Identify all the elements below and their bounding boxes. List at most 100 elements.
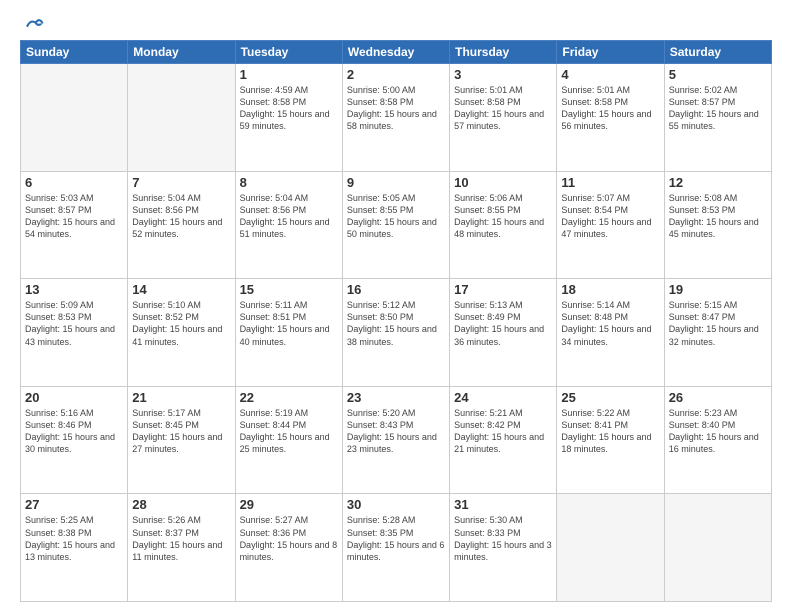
day-number: 4 bbox=[561, 67, 659, 82]
day-number: 28 bbox=[132, 497, 230, 512]
weekday-header-saturday: Saturday bbox=[664, 41, 771, 64]
day-detail: Sunrise: 5:15 AMSunset: 8:47 PMDaylight:… bbox=[669, 299, 767, 348]
calendar-cell bbox=[664, 494, 771, 602]
calendar-cell: 13 Sunrise: 5:09 AMSunset: 8:53 PMDayligh… bbox=[21, 279, 128, 387]
logo bbox=[20, 16, 44, 32]
day-detail: Sunrise: 5:02 AMSunset: 8:57 PMDaylight:… bbox=[669, 84, 767, 133]
calendar-cell bbox=[21, 64, 128, 172]
calendar-cell: 12 Sunrise: 5:08 AMSunset: 8:53 PMDayligh… bbox=[664, 171, 771, 279]
calendar-cell: 10 Sunrise: 5:06 AMSunset: 8:55 PMDayligh… bbox=[450, 171, 557, 279]
day-number: 18 bbox=[561, 282, 659, 297]
calendar-cell: 23 Sunrise: 5:20 AMSunset: 8:43 PMDayligh… bbox=[342, 386, 449, 494]
calendar-week-4: 20Sunrise: 5:16 AMSunset: 8:46 PMDayligh… bbox=[21, 386, 772, 494]
day-number: 24 bbox=[454, 390, 552, 405]
page: SundayMondayTuesdayWednesdayThursdayFrid… bbox=[0, 0, 792, 612]
calendar-week-3: 13 Sunrise: 5:09 AMSunset: 8:53 PMDayligh… bbox=[21, 279, 772, 387]
day-detail: Sunrise: 5:14 AMSunset: 8:48 PMDaylight:… bbox=[561, 299, 659, 348]
calendar-cell: 24 Sunrise: 5:21 AMSunset: 8:42 PMDayligh… bbox=[450, 386, 557, 494]
weekday-header-monday: Monday bbox=[128, 41, 235, 64]
day-number: 12 bbox=[669, 175, 767, 190]
calendar-cell: 11Sunrise: 5:07 AMSunset: 8:54 PMDayligh… bbox=[557, 171, 664, 279]
day-detail: Sunrise: 5:26 AMSunset: 8:37 PMDaylight:… bbox=[132, 514, 230, 563]
weekday-header-row: SundayMondayTuesdayWednesdayThursdayFrid… bbox=[21, 41, 772, 64]
day-number: 26 bbox=[669, 390, 767, 405]
day-number: 8 bbox=[240, 175, 338, 190]
calendar-cell: 28 Sunrise: 5:26 AMSunset: 8:37 PMDayligh… bbox=[128, 494, 235, 602]
day-detail: Sunrise: 5:23 AMSunset: 8:40 PMDaylight:… bbox=[669, 407, 767, 456]
calendar-cell: 29Sunrise: 5:27 AMSunset: 8:36 PMDayligh… bbox=[235, 494, 342, 602]
day-detail: Sunrise: 5:30 AMSunset: 8:33 PMDaylight:… bbox=[454, 514, 552, 563]
day-number: 21 bbox=[132, 390, 230, 405]
day-number: 5 bbox=[669, 67, 767, 82]
day-detail: Sunrise: 5:21 AMSunset: 8:42 PMDaylight:… bbox=[454, 407, 552, 456]
calendar-cell: 1Sunrise: 4:59 AMSunset: 8:58 PMDaylight… bbox=[235, 64, 342, 172]
day-detail: Sunrise: 5:03 AMSunset: 8:57 PMDaylight:… bbox=[25, 192, 123, 241]
day-detail: Sunrise: 5:12 AMSunset: 8:50 PMDaylight:… bbox=[347, 299, 445, 348]
day-number: 22 bbox=[240, 390, 338, 405]
calendar-table: SundayMondayTuesdayWednesdayThursdayFrid… bbox=[20, 40, 772, 602]
day-number: 7 bbox=[132, 175, 230, 190]
calendar-week-2: 6 Sunrise: 5:03 AMSunset: 8:57 PMDaylight… bbox=[21, 171, 772, 279]
day-detail: Sunrise: 5:04 AMSunset: 8:56 PMDaylight:… bbox=[240, 192, 338, 241]
day-number: 10 bbox=[454, 175, 552, 190]
calendar-cell: 25 Sunrise: 5:22 AMSunset: 8:41 PMDayligh… bbox=[557, 386, 664, 494]
day-number: 6 bbox=[25, 175, 123, 190]
day-number: 25 bbox=[561, 390, 659, 405]
day-detail: Sunrise: 5:06 AMSunset: 8:55 PMDaylight:… bbox=[454, 192, 552, 241]
day-detail: Sunrise: 5:01 AMSunset: 8:58 PMDaylight:… bbox=[561, 84, 659, 133]
day-number: 3 bbox=[454, 67, 552, 82]
calendar-cell bbox=[557, 494, 664, 602]
day-number: 13 bbox=[25, 282, 123, 297]
day-detail: Sunrise: 5:09 AMSunset: 8:53 PMDaylight:… bbox=[25, 299, 123, 348]
calendar-cell: 19 Sunrise: 5:15 AMSunset: 8:47 PMDayligh… bbox=[664, 279, 771, 387]
day-detail: Sunrise: 5:19 AMSunset: 8:44 PMDaylight:… bbox=[240, 407, 338, 456]
day-detail: Sunrise: 5:13 AMSunset: 8:49 PMDaylight:… bbox=[454, 299, 552, 348]
calendar-cell: 17 Sunrise: 5:13 AMSunset: 8:49 PMDayligh… bbox=[450, 279, 557, 387]
calendar-cell: 5 Sunrise: 5:02 AMSunset: 8:57 PMDaylight… bbox=[664, 64, 771, 172]
calendar-cell: 16 Sunrise: 5:12 AMSunset: 8:50 PMDayligh… bbox=[342, 279, 449, 387]
calendar-cell: 6 Sunrise: 5:03 AMSunset: 8:57 PMDaylight… bbox=[21, 171, 128, 279]
day-detail: Sunrise: 5:20 AMSunset: 8:43 PMDaylight:… bbox=[347, 407, 445, 456]
day-detail: Sunrise: 5:01 AMSunset: 8:58 PMDaylight:… bbox=[454, 84, 552, 133]
weekday-header-tuesday: Tuesday bbox=[235, 41, 342, 64]
day-number: 31 bbox=[454, 497, 552, 512]
calendar-week-1: 1Sunrise: 4:59 AMSunset: 8:58 PMDaylight… bbox=[21, 64, 772, 172]
day-detail: Sunrise: 5:11 AMSunset: 8:51 PMDaylight:… bbox=[240, 299, 338, 348]
header bbox=[20, 16, 772, 32]
day-number: 16 bbox=[347, 282, 445, 297]
day-number: 14 bbox=[132, 282, 230, 297]
calendar-cell bbox=[128, 64, 235, 172]
logo-icon bbox=[24, 16, 44, 36]
day-detail: Sunrise: 5:05 AMSunset: 8:55 PMDaylight:… bbox=[347, 192, 445, 241]
day-number: 29 bbox=[240, 497, 338, 512]
calendar-week-5: 27Sunrise: 5:25 AMSunset: 8:38 PMDayligh… bbox=[21, 494, 772, 602]
calendar-cell: 30Sunrise: 5:28 AMSunset: 8:35 PMDayligh… bbox=[342, 494, 449, 602]
day-detail: Sunrise: 5:00 AMSunset: 8:58 PMDaylight:… bbox=[347, 84, 445, 133]
day-number: 19 bbox=[669, 282, 767, 297]
calendar-cell: 26 Sunrise: 5:23 AMSunset: 8:40 PMDayligh… bbox=[664, 386, 771, 494]
calendar-cell: 14Sunrise: 5:10 AMSunset: 8:52 PMDayligh… bbox=[128, 279, 235, 387]
day-detail: Sunrise: 5:22 AMSunset: 8:41 PMDaylight:… bbox=[561, 407, 659, 456]
weekday-header-wednesday: Wednesday bbox=[342, 41, 449, 64]
calendar-cell: 27Sunrise: 5:25 AMSunset: 8:38 PMDayligh… bbox=[21, 494, 128, 602]
day-detail: Sunrise: 4:59 AMSunset: 8:58 PMDaylight:… bbox=[240, 84, 338, 133]
calendar-cell: 22 Sunrise: 5:19 AMSunset: 8:44 PMDayligh… bbox=[235, 386, 342, 494]
day-number: 23 bbox=[347, 390, 445, 405]
calendar-cell: 9 Sunrise: 5:05 AMSunset: 8:55 PMDaylight… bbox=[342, 171, 449, 279]
calendar-cell: 7Sunrise: 5:04 AMSunset: 8:56 PMDaylight… bbox=[128, 171, 235, 279]
day-number: 17 bbox=[454, 282, 552, 297]
day-number: 20 bbox=[25, 390, 123, 405]
day-detail: Sunrise: 5:08 AMSunset: 8:53 PMDaylight:… bbox=[669, 192, 767, 241]
day-detail: Sunrise: 5:17 AMSunset: 8:45 PMDaylight:… bbox=[132, 407, 230, 456]
calendar-cell: 15Sunrise: 5:11 AMSunset: 8:51 PMDayligh… bbox=[235, 279, 342, 387]
weekday-header-sunday: Sunday bbox=[21, 41, 128, 64]
day-number: 27 bbox=[25, 497, 123, 512]
day-number: 9 bbox=[347, 175, 445, 190]
weekday-header-thursday: Thursday bbox=[450, 41, 557, 64]
weekday-header-friday: Friday bbox=[557, 41, 664, 64]
day-detail: Sunrise: 5:28 AMSunset: 8:35 PMDaylight:… bbox=[347, 514, 445, 563]
calendar-cell: 31 Sunrise: 5:30 AMSunset: 8:33 PMDayligh… bbox=[450, 494, 557, 602]
calendar-cell: 21 Sunrise: 5:17 AMSunset: 8:45 PMDayligh… bbox=[128, 386, 235, 494]
calendar-cell: 18 Sunrise: 5:14 AMSunset: 8:48 PMDayligh… bbox=[557, 279, 664, 387]
calendar-cell: 8 Sunrise: 5:04 AMSunset: 8:56 PMDaylight… bbox=[235, 171, 342, 279]
